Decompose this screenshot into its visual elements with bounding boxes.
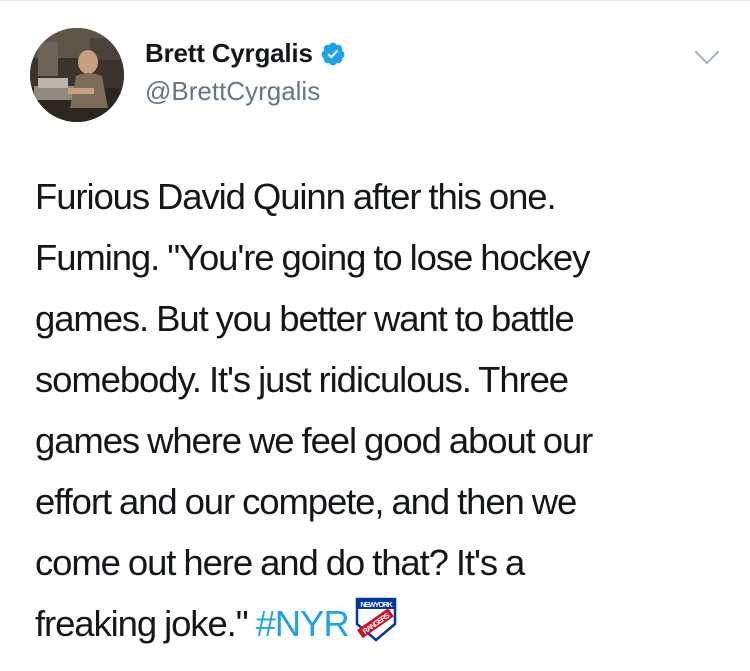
tweet-text-last-line: freaking joke." #NYR NEW YORK RANGERS [35,593,725,654]
tweet-text-line: freaking joke." [35,603,249,644]
tweet-text-line: Furious David Quinn after this one. [35,176,557,217]
logo-text-top: NEW YORK [360,600,393,609]
tweet-text: Furious David Quinn after this one. Fumi… [35,166,725,654]
author-handle[interactable]: @BrettCyrgalis [145,76,320,107]
hashtag-link[interactable]: #NYR [256,603,350,644]
profile-photo-icon [30,28,124,122]
tweet-text-line: Fuming. "You're going to lose hockey [35,237,590,278]
author-name-row[interactable]: Brett Cyrgalis [145,38,346,69]
tweet-text-line: effort and our compete, and then we [35,481,577,522]
tweet-text-line: somebody. It's just ridiculous. Three [35,359,569,400]
tweet-text-line: games. But you better want to battle [35,298,575,339]
new-york-rangers-logo-icon: NEW YORK RANGERS [355,597,396,642]
tweet-text-line: games where we feel good about our [35,420,593,461]
author-avatar[interactable] [30,28,124,122]
author-display-name[interactable]: Brett Cyrgalis [145,38,313,69]
tweet-text-line: come out here and do that? It's a [35,542,525,583]
top-divider [0,0,750,1]
verified-badge-icon [321,42,345,65]
chevron-down-icon[interactable] [694,49,720,67]
